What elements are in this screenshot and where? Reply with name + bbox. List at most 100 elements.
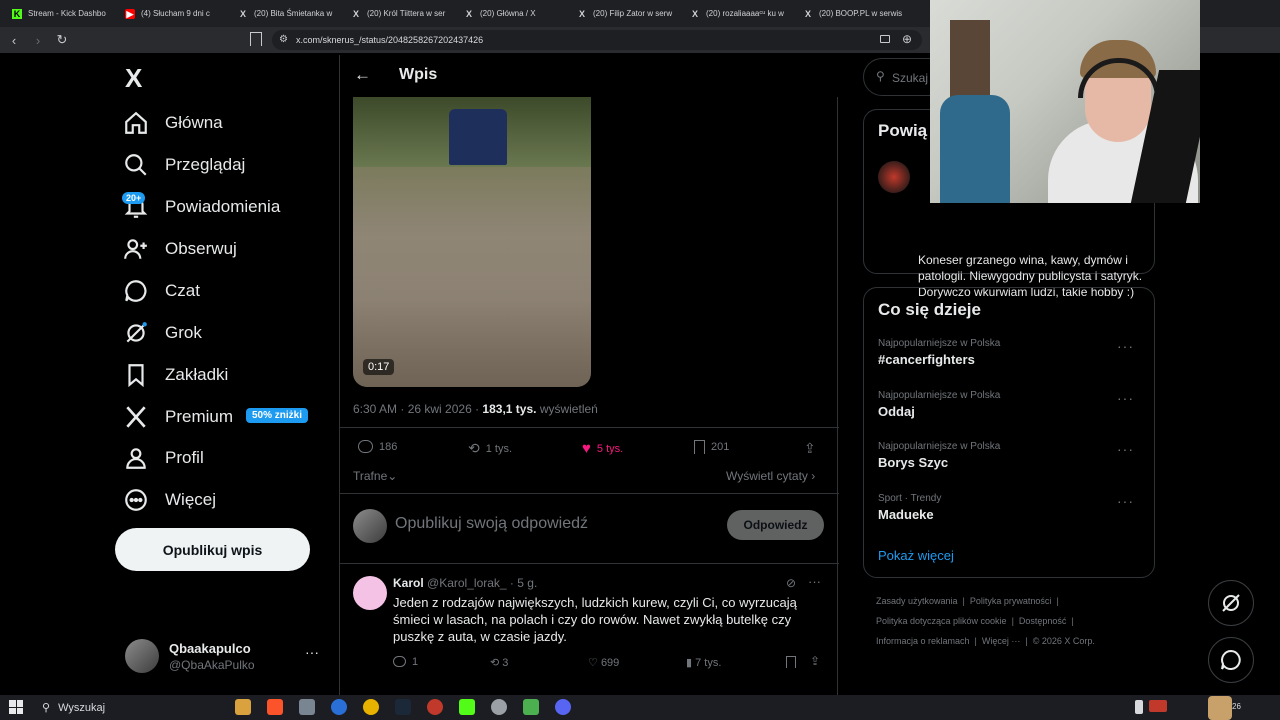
browser-tab[interactable]: X (20) BOOP.PL w serwis bbox=[795, 0, 908, 27]
more-dots-icon[interactable]: ··· bbox=[1117, 493, 1134, 509]
divider bbox=[340, 427, 839, 428]
show-more-link[interactable]: Pokaż więcej bbox=[878, 548, 954, 563]
browser-tab[interactable]: X (20) Filip Zator w serw bbox=[569, 0, 682, 27]
footer-more-link[interactable]: Więcej ··· bbox=[982, 636, 1021, 646]
post-button[interactable]: Opublikuj wpis bbox=[115, 528, 310, 571]
taskbar-search-label: Wyszukaj bbox=[58, 701, 106, 714]
browser-tab[interactable]: X (20) rozaliaaaaᶜᵘ ku w bbox=[682, 0, 795, 27]
grok-icon bbox=[126, 322, 147, 343]
reply-like-action[interactable]: ♡ 699 bbox=[588, 656, 619, 669]
browser-tab[interactable]: X (20) Bita Śmietanka w bbox=[230, 0, 343, 27]
repost-action[interactable]: ⟲ 1 tys. bbox=[468, 440, 512, 457]
nav-chat[interactable]: Czat bbox=[123, 272, 200, 310]
trend-item[interactable]: Najpopularniejsze w Polska Borys Szyc ··… bbox=[878, 441, 1140, 470]
sort-dropdown[interactable]: Trafne⌄ bbox=[353, 469, 397, 483]
nav-follow[interactable]: Obserwuj bbox=[123, 230, 237, 268]
browser-tab[interactable]: X (20) Główna / X bbox=[456, 0, 569, 27]
like-action[interactable]: ♥ 5 tys. bbox=[582, 440, 623, 457]
nav-notifications[interactable]: Powiadomienia bbox=[123, 188, 280, 226]
reply-handle[interactable]: @Karol_lorak_ bbox=[427, 576, 507, 590]
app-icon[interactable] bbox=[299, 699, 315, 715]
reload-icon[interactable]: ↻ bbox=[52, 30, 72, 50]
discord-icon[interactable] bbox=[555, 699, 571, 715]
like-count: 5 tys. bbox=[596, 442, 624, 455]
bookmark-action[interactable]: 201 bbox=[694, 440, 729, 454]
footer-cookies-link[interactable]: Polityka dotycząca plików cookie bbox=[876, 616, 1007, 626]
reply-repost-action[interactable]: ⟲ 3 bbox=[490, 656, 508, 669]
reply-input[interactable]: Opublikuj swoją odpowiedź bbox=[395, 515, 588, 533]
trend-item[interactable]: Najpopularniejsze w Polska #cancerfighte… bbox=[878, 338, 1140, 367]
brave-icon[interactable] bbox=[267, 699, 283, 715]
forward-icon[interactable]: › bbox=[28, 30, 48, 50]
nav-more[interactable]: Więcej bbox=[123, 481, 216, 519]
reply-action[interactable]: 186 bbox=[358, 440, 397, 453]
browser-tab[interactable]: K Stream - Kick Dashbo bbox=[4, 0, 117, 27]
reply-button[interactable]: Odpowiedz bbox=[727, 510, 824, 540]
share-icon[interactable]: ⇪ bbox=[810, 654, 820, 668]
back-arrow-icon[interactable]: ← bbox=[354, 65, 371, 85]
taskbar-clock[interactable]: 26 bbox=[1232, 702, 1241, 711]
tray-icon[interactable] bbox=[1135, 700, 1143, 714]
bookmark-page-icon[interactable] bbox=[250, 32, 262, 46]
avatar[interactable] bbox=[878, 161, 910, 193]
back-icon[interactable]: ‹ bbox=[4, 30, 24, 50]
video-player[interactable]: 0:17 bbox=[353, 97, 591, 387]
nav-bookmarks[interactable]: Zakładki bbox=[123, 356, 228, 394]
x-logo-icon[interactable]: X bbox=[125, 63, 142, 94]
tray-icon[interactable] bbox=[1149, 700, 1167, 712]
app-icon[interactable] bbox=[491, 699, 507, 715]
nav-home[interactable]: Główna bbox=[123, 104, 223, 142]
site-info-icon[interactable]: ⚙ bbox=[279, 34, 288, 45]
trend-item[interactable]: Najpopularniejsze w Polska Oddaj ··· bbox=[878, 390, 1140, 419]
bookmark-icon[interactable] bbox=[786, 656, 796, 668]
share-action[interactable]: ⇪ bbox=[804, 440, 816, 457]
messages-fab[interactable] bbox=[1208, 637, 1254, 683]
reply-views-action[interactable]: ▮ 7 tys. bbox=[686, 656, 721, 669]
grok-fab[interactable] bbox=[1208, 580, 1254, 626]
notifications-badge: 20+ bbox=[122, 192, 146, 204]
file-explorer-icon[interactable] bbox=[235, 699, 251, 715]
more-dots-icon[interactable]: ··· bbox=[1117, 338, 1134, 354]
footer-ads-link[interactable]: Informacja o reklamach bbox=[876, 636, 970, 646]
nav-explore[interactable]: Przeglądaj bbox=[123, 146, 245, 184]
nav-grok[interactable]: Grok bbox=[123, 314, 202, 352]
trend-item[interactable]: Sport · Trendy Madueke ··· bbox=[878, 493, 1140, 522]
edge-icon[interactable] bbox=[331, 699, 347, 715]
view-quotes-link[interactable]: Wyświetl cytaty › bbox=[726, 469, 815, 483]
more-dots-icon[interactable]: ··· bbox=[305, 644, 319, 660]
account-switcher[interactable]: Qbaakapulco @QbaAkaPulko ··· bbox=[125, 639, 325, 675]
avatar[interactable] bbox=[353, 576, 387, 610]
app-icon[interactable] bbox=[523, 699, 539, 715]
footer-accessibility-link[interactable]: Dostępność bbox=[1019, 616, 1067, 626]
browser-tab[interactable]: X (20) Król Tiittera w ser bbox=[343, 0, 456, 27]
heart-outline-icon: ♡ bbox=[588, 657, 598, 669]
browser-tab[interactable]: ▶ (4) Słucham 9 dni c bbox=[117, 0, 230, 27]
post-date: 26 kwi 2026 bbox=[407, 402, 472, 416]
nav-premium[interactable]: Premium bbox=[123, 398, 233, 436]
grok-icon[interactable]: ⊘ bbox=[786, 576, 796, 590]
kick-icon[interactable] bbox=[459, 699, 475, 715]
post-time: 6:30 AM bbox=[353, 402, 398, 416]
obs-icon[interactable] bbox=[427, 699, 443, 715]
footer-links: Polityka dotycząca plików cookie | Dostę… bbox=[876, 616, 1074, 626]
reply-author[interactable]: Karol bbox=[393, 576, 424, 590]
steam-icon[interactable] bbox=[395, 699, 411, 715]
more-dots-icon[interactable]: ··· bbox=[1117, 390, 1134, 406]
more-dots-icon[interactable]: ··· bbox=[808, 574, 821, 589]
footer-terms-link[interactable]: Zasady użytkowania bbox=[876, 596, 958, 606]
zoom-icon[interactable]: ⊕ bbox=[902, 32, 912, 46]
reply-reply-action[interactable]: 1 bbox=[393, 656, 418, 668]
account-name: Qbaakapulco bbox=[169, 641, 251, 656]
footer-privacy-link[interactable]: Polityka prywatności bbox=[970, 596, 1052, 606]
taskbar-search[interactable]: ⚲ Wyszukaj bbox=[36, 695, 226, 720]
nav-profile[interactable]: Profil bbox=[123, 439, 204, 477]
reply-text: Jeden z rodzajów największych, ludzkich … bbox=[393, 595, 797, 644]
windows-start-icon[interactable] bbox=[9, 700, 23, 714]
chrome-icon[interactable] bbox=[363, 699, 379, 715]
cast-icon[interactable] bbox=[880, 35, 890, 43]
windows-taskbar: ⚲ Wyszukaj 26 bbox=[0, 695, 1280, 720]
trend-name: Madueke bbox=[878, 507, 934, 522]
address-bar[interactable]: ⚙ x.com/sknerus_/status/2048258267202437… bbox=[272, 30, 922, 50]
system-tray[interactable] bbox=[1135, 700, 1195, 714]
more-dots-icon[interactable]: ··· bbox=[1117, 441, 1134, 457]
